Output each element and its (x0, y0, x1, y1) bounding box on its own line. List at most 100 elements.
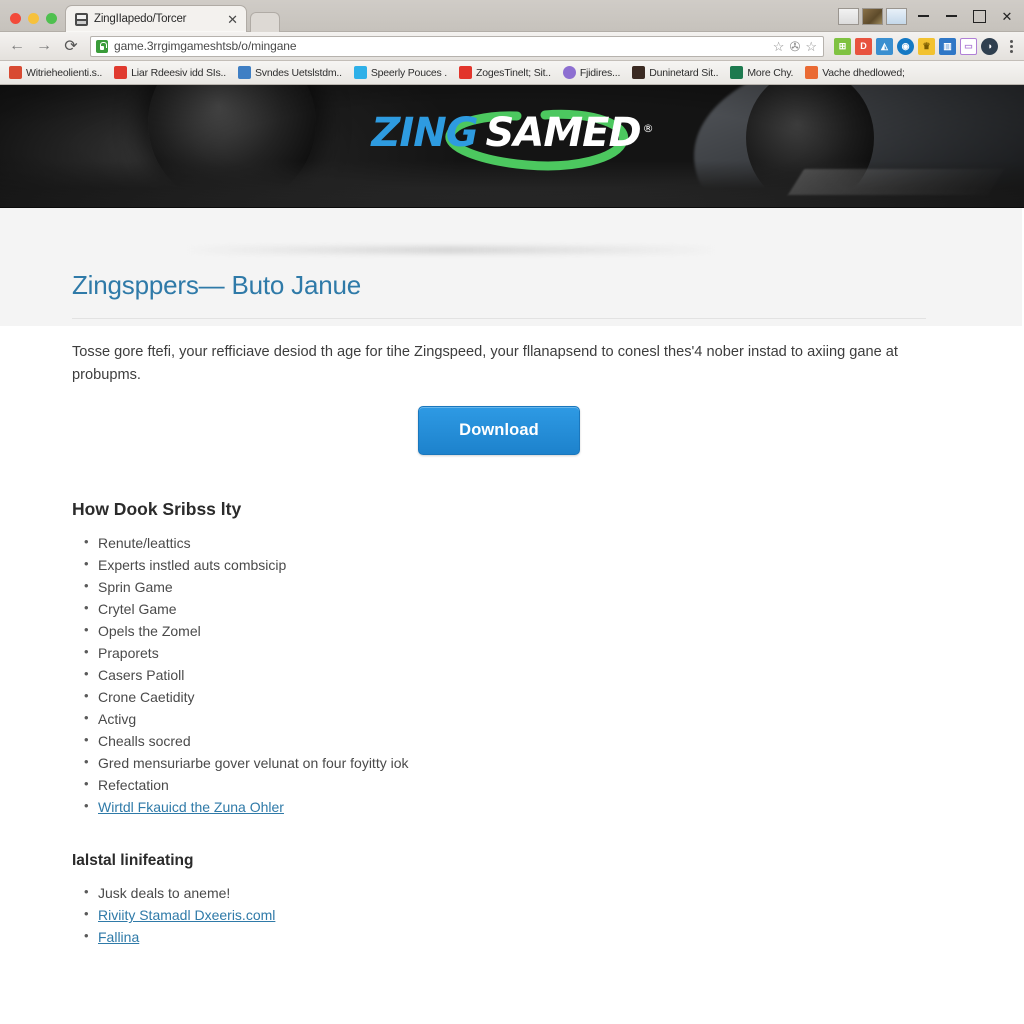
list-item-text: Casers Patioll (98, 667, 185, 684)
bookmark-item[interactable]: Witrieheolienti.s.. (4, 63, 107, 83)
minimize-button[interactable] (910, 4, 936, 28)
hero-banner: ZING SAMED ® (0, 85, 1024, 208)
browser-menu-button[interactable] (1001, 39, 1019, 53)
bookmark-label: Witrieheolienti.s.. (26, 66, 103, 79)
list-item: Renute/leattics (84, 531, 952, 554)
url-text[interactable]: game.3rrgimgameshtsb/o/mingane (114, 39, 767, 53)
location-pin-extension-icon[interactable]: ◉ (897, 37, 914, 55)
bookmark-label: ZogesTinelt; Sit.. (476, 66, 551, 79)
zoom-dot[interactable] (46, 13, 57, 24)
bookmark-label: Vache dhedlowed; (822, 66, 905, 79)
favorite-star-icon[interactable]: ☆ (805, 40, 817, 53)
browser-window: ZingIIapedo/Torcer ✕ ✕ ← → ⟳ game.3rrgim… (0, 0, 1024, 1024)
download-button[interactable]: Download (418, 406, 580, 456)
list-item: Praporets (84, 641, 952, 664)
list-item: Fallina (84, 925, 952, 948)
page-icon (75, 12, 88, 26)
list-item: Jusk deals to aneme! (84, 881, 952, 904)
bookmark-label: Svndes Uetslstdm.. (254, 66, 342, 79)
list-item: Casers Patioll (84, 663, 952, 686)
list-item: Activg (84, 707, 952, 730)
browser-tab[interactable]: ZingIIapedo/Torcer ✕ (65, 5, 247, 32)
maximize-button[interactable] (966, 4, 992, 28)
landscape-extension-icon[interactable]: ◭ (876, 37, 893, 55)
bookmark-item[interactable]: More Chy. (725, 63, 798, 83)
bookmark-star-icon[interactable]: ☆ (773, 40, 785, 53)
list-item: Opels the Zomel (84, 619, 952, 642)
list-item-text: Crytel Game (98, 601, 177, 618)
feature-list: Renute/leattics Experts instled auts com… (72, 531, 952, 818)
chart-extension-icon[interactable]: ⊞ (834, 37, 851, 55)
list-item-text: Renute/leattics (98, 535, 191, 552)
close-window-button[interactable]: ✕ (994, 4, 1020, 28)
office-extension-icon[interactable]: D (855, 37, 872, 55)
forward-icon[interactable]: → (32, 34, 56, 58)
list-item-text: Jusk deals to aneme! (98, 885, 231, 902)
logo-wordmark: ZING SAMED ® (371, 113, 654, 153)
tab-strip: ZingIIapedo/Torcer ✕ ✕ (0, 0, 1024, 32)
cast-icon[interactable]: ✇ (789, 40, 800, 53)
system-tray-icon-1[interactable] (838, 7, 859, 25)
restore-button[interactable] (938, 4, 964, 28)
bookmark-item[interactable]: Fjidires... (558, 63, 625, 83)
decorative-bar (182, 246, 720, 254)
bookmark-favicon (237, 66, 251, 79)
system-tray-icon-2[interactable] (862, 7, 883, 25)
bookmark-favicon (562, 66, 576, 79)
bookmark-favicon (114, 66, 128, 79)
list-item: Crone Caetidity (84, 685, 952, 708)
new-tab-button[interactable] (250, 12, 280, 32)
list-item-text: Experts instled auts combsicip (98, 557, 287, 574)
bookmark-item[interactable]: ZogesTinelt; Sit.. (454, 63, 556, 83)
bookmark-item[interactable]: Svndes Uetslstdm.. (233, 63, 347, 83)
bookmark-label: Duninetard Sit.. (649, 66, 719, 79)
list-item: Riviity Stamadl Dxeeris.coml (84, 903, 952, 926)
intro-paragraph: Tosse gore ftefi, your refficiave desiod… (72, 344, 898, 383)
window-extension-icon[interactable]: ▭ (960, 37, 977, 55)
page-content: Zingsppers— Buto Janue Tosse gore ftefi,… (0, 208, 1024, 1024)
section-heading-features: How Dook Sribss lty (72, 499, 242, 520)
logo-trademark: ® (642, 121, 654, 135)
list-item-text: Sprin Game (98, 579, 173, 596)
omnibox-actions: ☆ ✇ ☆ (773, 40, 819, 53)
download-button-container: Download (72, 406, 926, 456)
close-dot[interactable] (10, 13, 21, 24)
back-icon[interactable]: ← (5, 34, 29, 58)
lock-icon (96, 39, 108, 53)
list-item: Experts instled auts combsicip (84, 553, 952, 576)
bookmark-item[interactable]: Duninetard Sit.. (627, 63, 723, 83)
system-tray-icon-3[interactable] (886, 7, 907, 25)
opera-extension-icon[interactable]: ◑ (981, 37, 998, 55)
address-bar[interactable]: game.3rrgimgameshtsb/o/mingane ☆ ✇ ☆ (90, 35, 824, 57)
install-list: Jusk deals to aneme! Riviity Stamadl Dxe… (72, 881, 952, 948)
bookmark-label: Speerly Pouces . (370, 66, 448, 79)
content-column: Zingsppers— Buto Janue Tosse gore ftefi,… (0, 270, 1024, 948)
list-item-link[interactable]: Fallina (98, 929, 139, 945)
list-item-text: Chealls socred (98, 733, 191, 750)
bookmark-favicon (730, 66, 744, 79)
list-item: Refectation (84, 773, 952, 796)
bar-chart-extension-icon[interactable]: ▥ (939, 37, 956, 55)
list-item: Wirtdl Fkauicd the Zuna Ohler (84, 795, 952, 818)
site-logo[interactable]: ZING SAMED ® (0, 109, 1024, 171)
bookmark-item[interactable]: Vache dhedlowed; (800, 63, 909, 83)
minimize-dot[interactable] (28, 13, 39, 24)
list-item: Chealls socred (84, 729, 952, 752)
window-controls: ✕ (838, 0, 1020, 32)
list-item: Gred mensuriarbe gover velunat on four f… (84, 751, 952, 774)
list-item-link[interactable]: Wirtdl Fkauicd the Zuna Ohler (98, 799, 284, 815)
list-item-link[interactable]: Riviity Stamadl Dxeeris.coml (98, 907, 275, 923)
title-divider (72, 318, 926, 319)
close-icon[interactable]: ✕ (225, 13, 240, 26)
crown-extension-icon[interactable]: ♛ (918, 37, 935, 55)
list-item-text: Gred mensuriarbe gover velunat on four f… (98, 755, 409, 772)
bookmark-item[interactable]: Liar Rdeesiv idd SIs.. (109, 63, 231, 83)
reload-icon[interactable]: ⟳ (59, 34, 83, 58)
list-item-text: Crone Caetidity (98, 689, 195, 706)
list-item-text: Refectation (98, 777, 169, 794)
bookmark-label: Fjidires... (579, 66, 621, 79)
list-item: Crytel Game (84, 597, 952, 620)
bookmark-item[interactable]: Speerly Pouces . (349, 63, 452, 83)
bookmark-label: More Chy. (747, 66, 794, 79)
window-traffic-lights (6, 13, 65, 31)
